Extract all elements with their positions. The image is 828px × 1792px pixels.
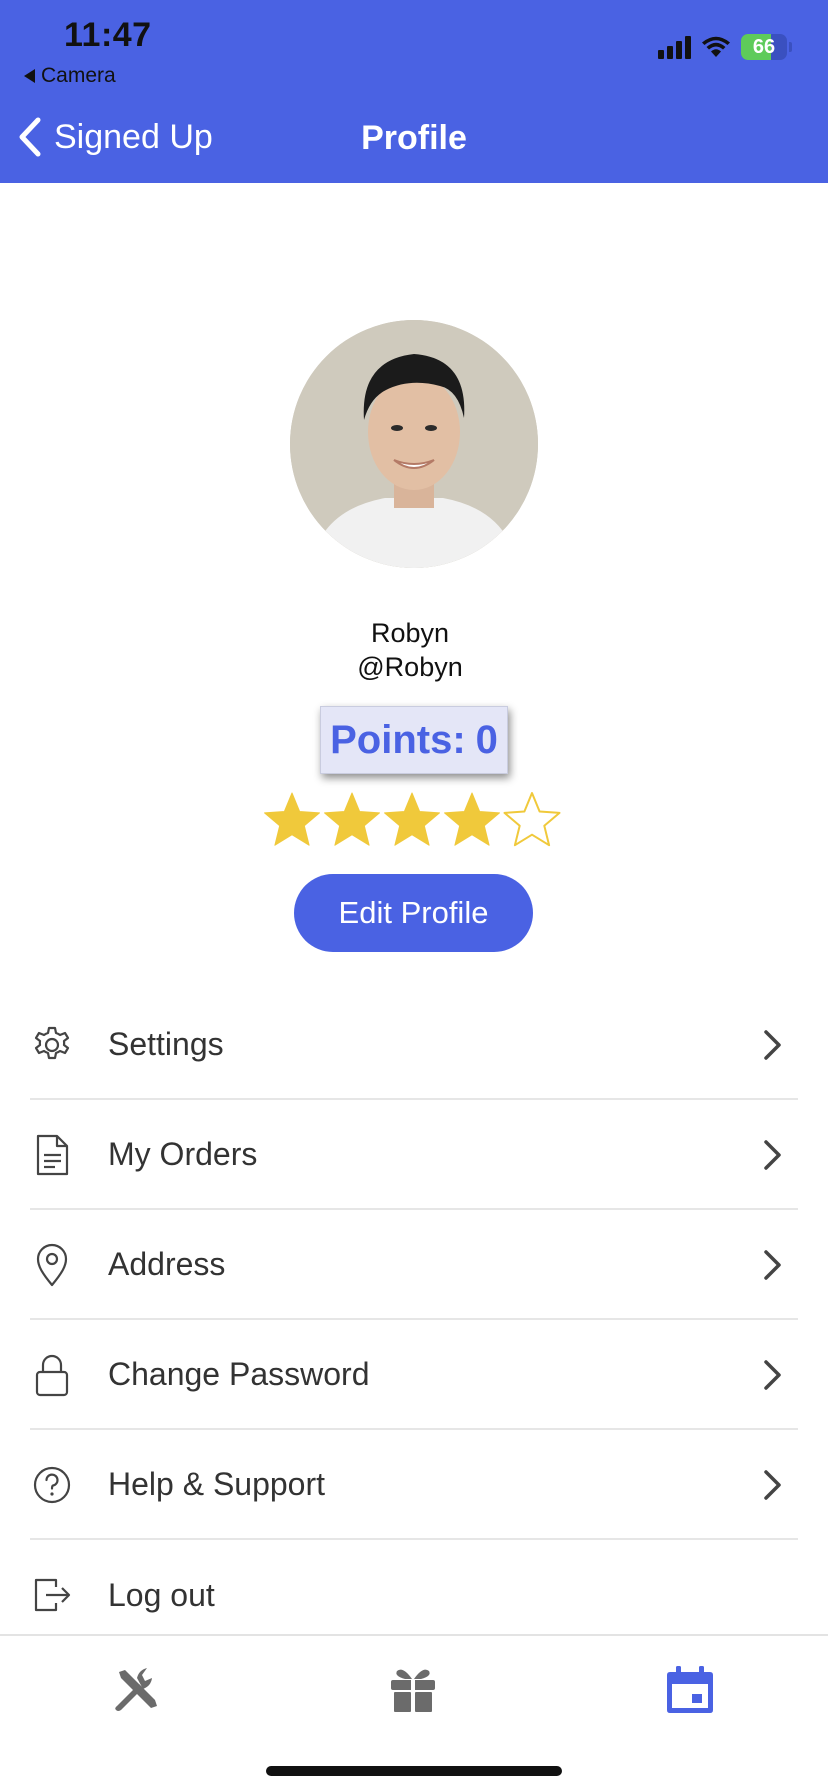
status-back-app-label: Camera — [41, 64, 116, 87]
star-filled-icon — [444, 792, 500, 846]
points-value: 0 — [475, 717, 498, 762]
location-pin-icon — [36, 1243, 68, 1287]
menu-item-label: My Orders — [108, 1135, 258, 1172]
points-badge: Points: 0 — [320, 706, 508, 774]
star-rating — [262, 790, 562, 850]
avatar — [290, 320, 538, 568]
battery-cap — [789, 42, 792, 52]
menu-item-my-orders[interactable]: My Orders — [30, 1100, 798, 1210]
status-indicators: 66 — [658, 34, 792, 60]
chevron-right-icon — [764, 1140, 781, 1170]
star-empty-icon — [503, 792, 561, 847]
chevron-right-icon — [764, 1030, 781, 1060]
wifi-icon — [702, 36, 730, 57]
menu-item-label: Change Password — [108, 1355, 370, 1392]
page-title: Profile — [361, 119, 467, 157]
status-time: 11:47 — [64, 16, 152, 54]
menu-item-label: Log out — [108, 1576, 215, 1613]
display-name: Robyn — [370, 618, 450, 648]
chevron-right-icon — [764, 1250, 781, 1280]
menu-item-label: Help & Support — [108, 1465, 326, 1502]
lock-icon — [35, 1354, 69, 1397]
menu-item-help-support[interactable]: Help & Support — [30, 1430, 798, 1540]
menu-item-change-password[interactable]: Change Password — [30, 1320, 798, 1430]
points-label: Points: — [330, 717, 466, 762]
gear-icon — [34, 1026, 70, 1060]
edit-profile-button[interactable]: Edit Profile — [294, 874, 533, 952]
menu-item-settings[interactable]: Settings — [30, 990, 798, 1100]
tools-icon[interactable] — [109, 1662, 165, 1718]
status-back-to-app[interactable]: Camera — [24, 64, 116, 88]
logout-icon — [34, 1578, 71, 1612]
document-icon — [36, 1134, 69, 1176]
calendar-icon[interactable] — [662, 1662, 718, 1718]
menu-item-label: Settings — [108, 1025, 224, 1062]
header-bar: 11:47 Camera 66 Signed Up Profile — [0, 0, 828, 183]
star-filled-icon — [384, 792, 440, 846]
menu-item-address[interactable]: Address — [30, 1210, 798, 1320]
avatar-portrait — [290, 320, 538, 568]
battery-icon: 66 — [741, 34, 787, 60]
username: @Robyn — [357, 652, 463, 682]
star-filled-icon — [264, 792, 320, 846]
star-filled-icon — [324, 792, 380, 846]
chevron-right-icon — [764, 1360, 781, 1390]
back-triangle-icon — [24, 69, 35, 83]
chevron-right-icon — [764, 1470, 781, 1500]
profile-menu: Settings My Orders Address Change Passwo… — [30, 990, 798, 1650]
battery-percent: 66 — [752, 35, 776, 58]
home-indicator — [266, 1766, 562, 1776]
menu-item-label: Address — [108, 1245, 226, 1282]
help-circle-icon — [33, 1466, 71, 1504]
cellular-signal-icon — [658, 35, 691, 59]
gift-icon[interactable] — [385, 1662, 441, 1718]
